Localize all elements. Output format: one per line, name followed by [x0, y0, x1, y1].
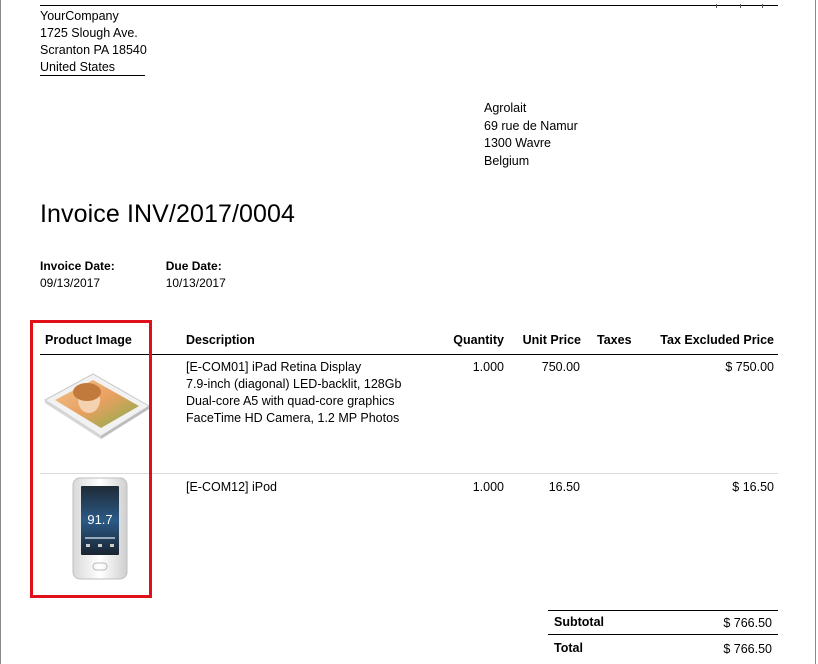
customer-city: 1300 Wavre — [484, 136, 551, 150]
header-unit-price: Unit Price — [522, 333, 581, 347]
row1-description: [E-COM01] iPad Retina Display 7.9-inch (… — [186, 359, 401, 427]
customer-name: Agrolait — [484, 101, 527, 115]
row2-amount: $ 16.50 — [732, 480, 774, 494]
tick-mark — [740, 4, 741, 8]
company-city: Scranton PA 18540 — [40, 43, 147, 57]
customer-country: Belgium — [484, 153, 530, 168]
company-name: YourCompany — [40, 9, 119, 23]
row1-quantity: 1.000 — [472, 360, 504, 374]
header-description: Description — [186, 333, 255, 347]
subtotal-value: $ 766.50 — [723, 616, 772, 630]
row2-desc-line: [E-COM12] iPod — [186, 480, 278, 494]
header-rule — [40, 4, 778, 8]
invoice-dates: Invoice Date: 09/13/2017 Due Date: 10/13… — [40, 258, 277, 292]
header-taxes: Taxes — [597, 333, 632, 347]
header-tax-excluded-price: Tax Excluded Price — [660, 333, 774, 347]
totals-mid-rule — [548, 634, 778, 635]
row1-amount: $ 750.00 — [725, 360, 774, 374]
invoice-title: Invoice INV/2017/0004 — [40, 200, 296, 228]
invoice-date-value: 09/13/2017 — [40, 276, 101, 290]
totals-top-rule — [548, 610, 778, 611]
invoice-date-label: Invoice Date: — [40, 259, 115, 273]
due-date-label: Due Date: — [165, 259, 222, 273]
company-country: United States — [40, 60, 116, 74]
total-value: $ 766.50 — [723, 642, 772, 656]
row1-desc-line: 7.9-inch (diagonal) LED-backlit, 128Gb — [186, 377, 402, 391]
product-image-column-highlight — [30, 320, 152, 598]
row1-desc-line: FaceTime HD Camera, 1.2 MP Photos — [186, 411, 400, 425]
tick-mark — [716, 4, 717, 8]
company-address: YourCompany 1725 Slough Ave. Scranton PA… — [40, 8, 147, 76]
tick-mark — [762, 4, 763, 8]
header-quantity: Quantity — [453, 333, 504, 347]
due-date-block: Due Date: 10/13/2017 — [166, 258, 226, 292]
company-street: 1725 Slough Ave. — [40, 26, 138, 40]
subtotal-label: Subtotal — [554, 615, 604, 629]
row1-unit-price: 750.00 — [541, 360, 580, 374]
company-rule — [40, 75, 145, 76]
row2-quantity: 1.000 — [472, 480, 504, 494]
row2-unit-price: 16.50 — [548, 480, 580, 494]
customer-street: 69 rue de Namur — [484, 118, 578, 133]
row1-desc-line: [E-COM01] iPad Retina Display — [186, 360, 362, 374]
row2-description: [E-COM12] iPod — [186, 479, 277, 496]
invoice-date-block: Invoice Date: 09/13/2017 — [40, 258, 115, 292]
due-date-value: 10/13/2017 — [165, 276, 226, 290]
row1-desc-line: Dual-core A5 with quad-core graphics — [186, 394, 395, 408]
total-label: Total — [554, 641, 583, 655]
customer-address: Agrolait 69 rue de Namur 1300 Wavre Belg… — [484, 100, 578, 170]
